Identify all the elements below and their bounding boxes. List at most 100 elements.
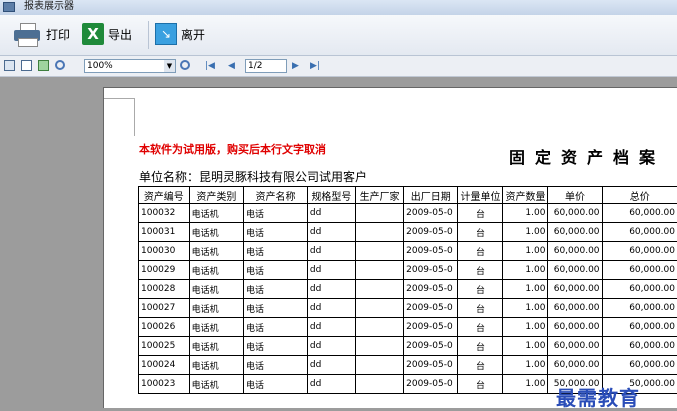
export-label: 导出 (108, 26, 132, 43)
next-page-icon[interactable]: ▶ (292, 59, 299, 73)
total-price-cell: 60,000.00 (602, 356, 677, 375)
prev-page-icon[interactable]: ◀ (228, 59, 235, 73)
spec-cell: dd (307, 261, 355, 280)
total-price-cell: 60,000.00 (602, 318, 677, 337)
asset-category-cell: 电话机 (189, 204, 243, 223)
asset-name-cell: 电话 (244, 261, 308, 280)
zoom-select[interactable]: 100% ▼ (84, 59, 176, 73)
report-title: 固定资产档案 (509, 144, 665, 168)
unit-cell: 台 (458, 242, 503, 261)
unit-cell: 台 (458, 280, 503, 299)
window-title: 报表展示器 (24, 0, 74, 14)
unit-cell: 台 (458, 356, 503, 375)
quantity-cell: 1.00 (503, 356, 548, 375)
total-price-cell: 60,000.00 (602, 337, 677, 356)
quantity-cell: 1.00 (503, 318, 548, 337)
table-header-row: 资产编号 资产类别 资产名称 规格型号 生产厂家 出厂日期 计量单位 资产数量 … (139, 187, 677, 204)
asset-id-cell: 100028 (139, 280, 190, 299)
main-toolbar: 打印 X 导出 ↘ 离开 (0, 15, 677, 56)
spec-cell: dd (307, 280, 355, 299)
unit-price-cell: 60,000.00 (548, 337, 602, 356)
page-indicator[interactable]: 1/2 (245, 59, 287, 73)
date-cell: 2009-05-0 (404, 356, 458, 375)
chevron-down-icon[interactable]: ▼ (164, 60, 175, 72)
asset-id-cell: 100030 (139, 242, 190, 261)
column-header: 资产编号 (139, 187, 190, 204)
quantity-cell: 1.00 (503, 204, 548, 223)
single-page-icon[interactable] (21, 60, 32, 71)
date-cell: 2009-05-0 (404, 318, 458, 337)
table-row: 100030电话机电话dd2009-05-0台1.0060,000.0060,0… (139, 242, 677, 261)
asset-name-cell: 电话 (244, 337, 308, 356)
date-cell: 2009-05-0 (404, 337, 458, 356)
quantity-cell: 1.00 (503, 337, 548, 356)
asset-name-cell: 电话 (244, 299, 308, 318)
asset-id-cell: 100029 (139, 261, 190, 280)
exit-button[interactable]: ↘ 离开 (155, 21, 205, 47)
spec-cell: dd (307, 299, 355, 318)
unit-price-cell: 60,000.00 (548, 223, 602, 242)
column-header: 资产类别 (189, 187, 243, 204)
unit-price-cell: 60,000.00 (548, 242, 602, 261)
manufacturer-cell (356, 318, 404, 337)
printer-icon (12, 22, 42, 46)
find-icon[interactable] (180, 60, 190, 70)
date-cell: 2009-05-0 (404, 280, 458, 299)
last-page-icon[interactable]: ▶| (310, 59, 320, 73)
quantity-cell: 1.00 (503, 261, 548, 280)
spec-cell: dd (307, 242, 355, 261)
manufacturer-cell (356, 375, 404, 394)
table-row: 100024电话机电话dd2009-05-0台1.0060,000.0060,0… (139, 356, 677, 375)
asset-category-cell: 电话机 (189, 337, 243, 356)
exit-icon: ↘ (155, 23, 177, 45)
unit-price-cell: 60,000.00 (548, 299, 602, 318)
manufacturer-cell (356, 242, 404, 261)
spec-cell: dd (307, 223, 355, 242)
column-header: 资产数量 (503, 187, 548, 204)
asset-name-cell: 电话 (244, 356, 308, 375)
asset-category-cell: 电话机 (189, 375, 243, 394)
table-row: 100025电话机电话dd2009-05-0台1.0060,000.0060,0… (139, 337, 677, 356)
asset-name-cell: 电话 (244, 280, 308, 299)
asset-category-cell: 电话机 (189, 261, 243, 280)
table-row: 100031电话机电话dd2009-05-0台1.0060,000.0060,0… (139, 223, 677, 242)
manufacturer-cell (356, 280, 404, 299)
page-setup-icon[interactable] (4, 60, 15, 71)
asset-category-cell: 电话机 (189, 242, 243, 261)
table-row: 100029电话机电话dd2009-05-0台1.0060,000.0060,0… (139, 261, 677, 280)
column-header: 总价 (602, 187, 677, 204)
zoom-icon[interactable] (55, 60, 65, 70)
spec-cell: dd (307, 204, 355, 223)
asset-table: 资产编号 资产类别 资产名称 规格型号 生产厂家 出厂日期 计量单位 资产数量 … (138, 186, 677, 394)
unit-name: 单位名称：昆明灵豚科技有限公司试用客户 (139, 168, 367, 185)
print-button[interactable]: 打印 (12, 21, 70, 47)
toolbar-divider (148, 21, 149, 49)
column-header: 规格型号 (307, 187, 355, 204)
date-cell: 2009-05-0 (404, 261, 458, 280)
export-button[interactable]: X 导出 (82, 21, 132, 47)
unit-price-cell: 60,000.00 (548, 280, 602, 299)
spec-cell: dd (307, 337, 355, 356)
spec-cell: dd (307, 375, 355, 394)
unit-cell: 台 (458, 337, 503, 356)
first-page-icon[interactable]: |◀ (205, 59, 215, 73)
quantity-cell: 1.00 (503, 299, 548, 318)
column-header: 单价 (548, 187, 602, 204)
unit-cell: 台 (458, 204, 503, 223)
report-page: 本软件为试用版，购买后本行文字取消 固定资产档案 单位名称：昆明灵豚科技有限公司… (103, 87, 677, 408)
unit-price-cell: 60,000.00 (548, 261, 602, 280)
manufacturer-cell (356, 261, 404, 280)
asset-category-cell: 电话机 (189, 356, 243, 375)
preview-background (0, 77, 94, 407)
multi-page-icon[interactable] (38, 60, 49, 71)
manufacturer-cell (356, 337, 404, 356)
manufacturer-cell (356, 223, 404, 242)
app-icon (3, 2, 15, 12)
table-row: 100027电话机电话dd2009-05-0台1.0060,000.0060,0… (139, 299, 677, 318)
unit-cell: 台 (458, 261, 503, 280)
table-row: 100028电话机电话dd2009-05-0台1.0060,000.0060,0… (139, 280, 677, 299)
asset-category-cell: 电话机 (189, 299, 243, 318)
asset-id-cell: 100032 (139, 204, 190, 223)
asset-name-cell: 电话 (244, 375, 308, 394)
asset-category-cell: 电话机 (189, 318, 243, 337)
